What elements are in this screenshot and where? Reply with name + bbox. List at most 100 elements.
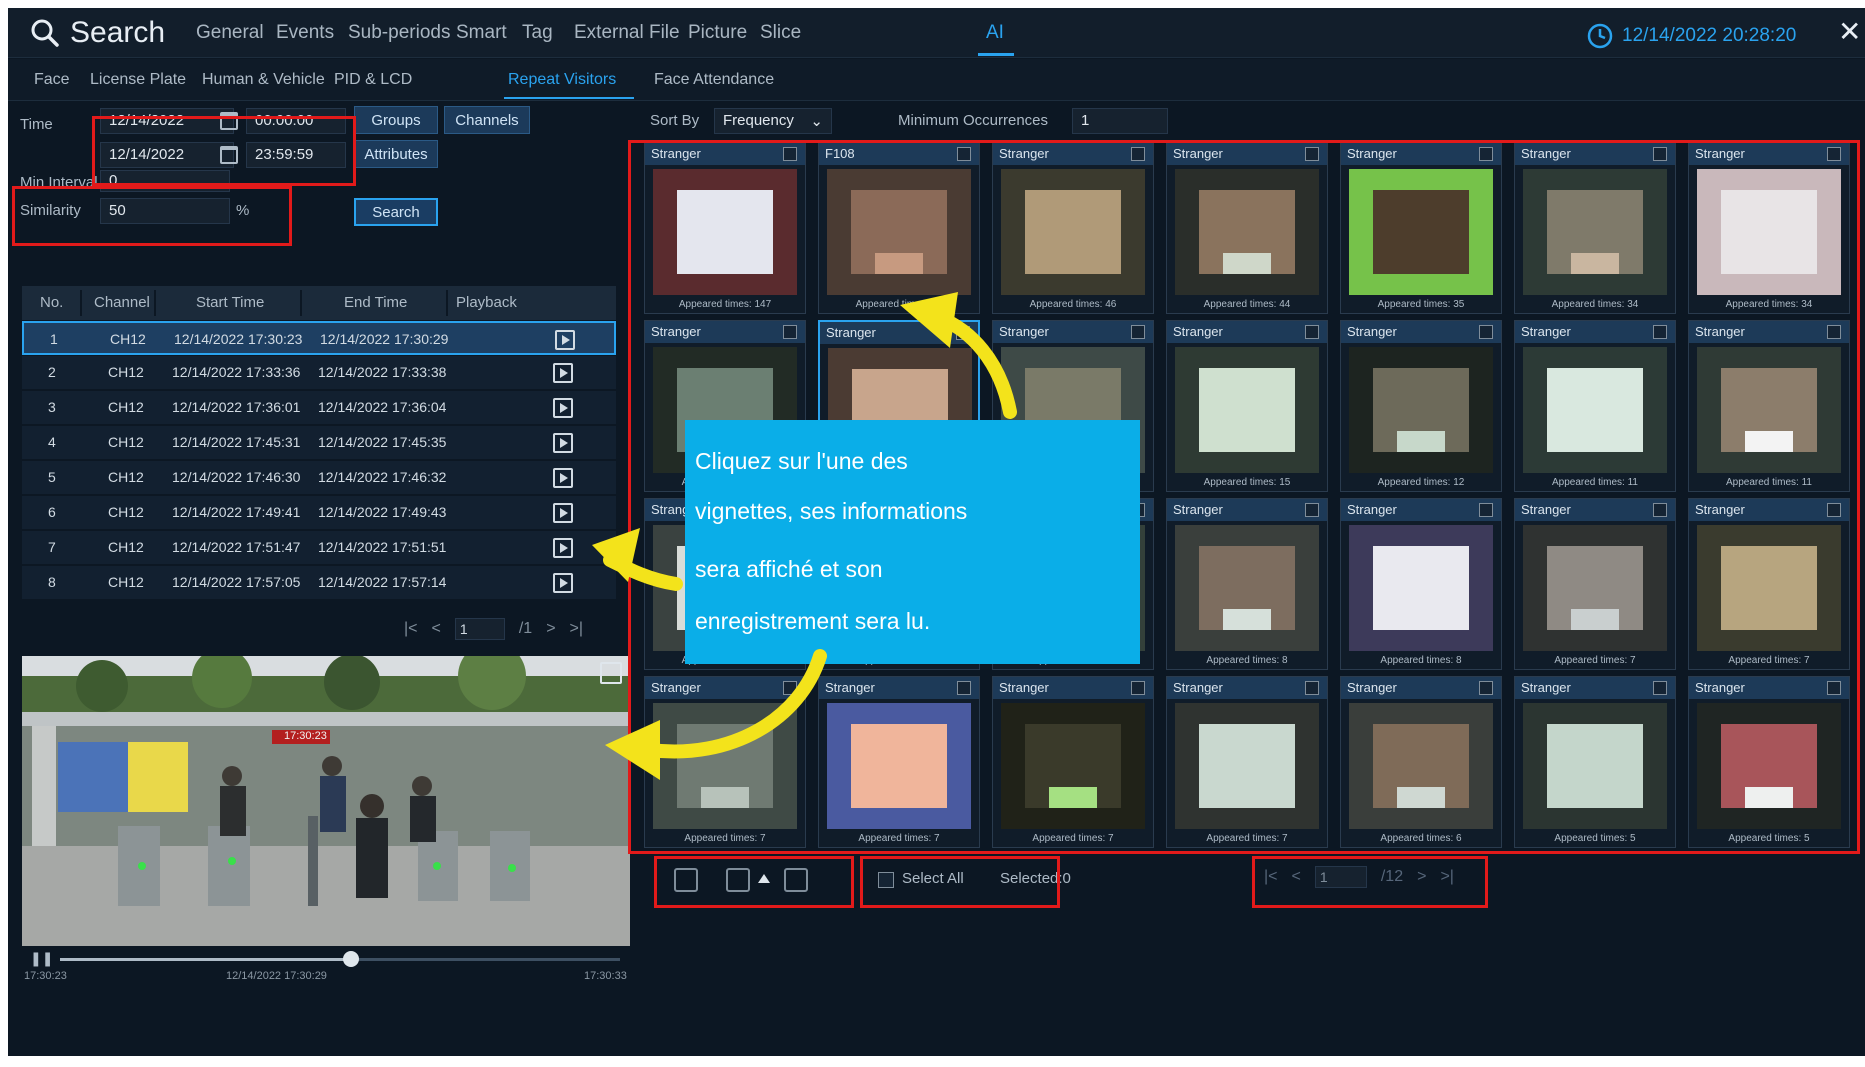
table-row[interactable]: 7 CH12 12/14/2022 17:51:47 12/14/2022 17:51… [22,531,616,565]
table-row[interactable]: 2 CH12 12/14/2022 17:33:36 12/14/2022 17:33… [22,356,616,390]
groups-button[interactable]: Groups [354,106,438,134]
sort-by-label: Sort By [650,112,700,129]
table-row[interactable]: 1 CH12 12/14/2022 17:30:23 12/14/2022 17:30… [22,321,616,355]
table-row[interactable]: 5 CH12 12/14/2022 17:46:30 12/14/2022 17:46… [22,461,616,495]
callout-line-1: Cliquez sur l'une des [695,448,908,474]
timeline-handle[interactable] [343,951,360,967]
sort-by-select[interactable]: Frequency ⌄ [714,108,832,134]
attributes-button[interactable]: Attributes [354,140,438,168]
row-end-time: 12/14/2022 17:46:32 [318,469,447,485]
pause-icon[interactable]: ❚❚ [30,950,53,967]
playback-icon[interactable] [553,538,573,558]
playback-icon[interactable] [555,330,575,350]
subtab-license-plate[interactable]: License Plate [90,71,186,89]
tab-general[interactable]: General [196,22,264,44]
tab-slice[interactable]: Slice [760,22,801,44]
last-page-icon[interactable]: >| [570,620,584,638]
pager-highlight [1252,856,1488,908]
row-end-time: 12/14/2022 17:30:29 [320,331,449,347]
tab-tag[interactable]: Tag [522,22,553,44]
table-row[interactable]: 3 CH12 12/14/2022 17:36:01 12/14/2022 17:36… [22,391,616,425]
row-end-time: 12/14/2022 17:51:51 [318,539,447,555]
subtab-pid-lcd[interactable]: PID & LCD [334,71,412,89]
row-channel: CH12 [108,399,144,415]
tab-sub-periods[interactable]: Sub-periods [348,22,450,44]
time-label: Time [20,116,53,133]
top-bar: Search General Events Sub-periods Smart … [8,8,1865,58]
tab-smart[interactable]: Smart [456,22,507,44]
callout-line-3: sera affiché et son [695,556,883,582]
row-start-time: 12/14/2022 17:49:41 [172,504,301,520]
date-time-highlight [92,116,356,186]
chevron-down-icon: ⌄ [810,113,823,130]
video-timestamp-overlay: 17:30:23 [284,730,327,742]
tab-events[interactable]: Events [276,22,334,44]
table-row[interactable]: 6 CH12 12/14/2022 17:49:41 12/14/2022 17:49… [22,496,616,530]
playback-icon[interactable] [553,573,573,593]
subtab-repeat-visitors[interactable]: Repeat Visitors [508,71,616,89]
row-no: 5 [48,469,56,485]
fullscreen-icon[interactable] [600,662,622,684]
table-row[interactable]: 4 CH12 12/14/2022 17:45:31 12/14/2022 17:45… [22,426,616,460]
row-channel: CH12 [108,574,144,590]
playback-icon[interactable] [553,503,573,523]
playback-icon[interactable] [553,398,573,418]
video-frame-image [22,656,630,946]
playback-timeline[interactable]: ❚❚ 17:30:23 12/14/2022 17:30:29 17:30:33 [22,948,628,988]
callout-line-4: enregistrement sera lu. [695,608,931,634]
first-page-icon[interactable]: |< [404,620,418,638]
close-icon[interactable]: ✕ [1838,18,1861,46]
playback-video[interactable]: 17:30:23 [22,656,630,946]
next-page-icon[interactable]: > [546,620,555,638]
column-divider [300,290,302,316]
active-tab-indicator [978,53,1014,56]
instruction-callout: Cliquez sur l'une des vignettes, ses inf… [685,420,1140,664]
table-pager: |< < 1 /1 > >| [404,618,583,640]
row-end-time: 12/14/2022 17:45:35 [318,434,447,450]
row-channel: CH12 [108,364,144,380]
min-occurrences-field[interactable]: 1 [1072,108,1168,134]
playback-icon[interactable] [553,433,573,453]
row-start-time: 12/14/2022 17:51:47 [172,539,301,555]
results-table-body: 1 CH12 12/14/2022 17:30:23 12/14/2022 17:30… [22,321,616,609]
channels-button[interactable]: Channels [444,106,530,134]
left-panel: Time 12/14/2022 00:00:00 12/14/2022 23:5… [8,102,630,1056]
page-input[interactable]: 1 [454,618,505,640]
timeline-end: 17:30:33 [584,970,627,982]
tab-ai[interactable]: AI [986,22,1004,44]
row-channel: CH12 [108,539,144,555]
row-start-time: 12/14/2022 17:46:30 [172,469,301,485]
playback-icon[interactable] [553,468,573,488]
search-button[interactable]: Search [354,198,438,226]
col-channel: Channel [94,294,150,311]
system-clock: 12/14/2022 20:28:20 [1586,22,1796,50]
action-buttons-highlight [654,856,854,908]
col-playback: Playback [456,294,517,311]
sort-by-value: Frequency [723,112,794,129]
tab-external-file[interactable]: External File [574,22,680,44]
col-start-time: Start Time [196,294,265,311]
col-end-time: End Time [344,294,408,311]
row-no: 2 [48,364,56,380]
row-channel: CH12 [108,469,144,485]
subtab-human-vehicle[interactable]: Human & Vehicle [202,71,325,89]
subtab-face[interactable]: Face [34,71,70,89]
timeline-progress [60,958,352,961]
row-end-time: 12/14/2022 17:33:38 [318,364,447,380]
row-start-time: 12/14/2022 17:36:01 [172,399,301,415]
row-no: 7 [48,539,56,555]
row-end-time: 12/14/2022 17:36:04 [318,399,447,415]
prev-page-icon[interactable]: < [432,620,441,638]
column-divider [80,290,82,316]
row-end-time: 12/14/2022 17:49:43 [318,504,447,520]
playback-icon[interactable] [553,363,573,383]
row-start-time: 12/14/2022 17:57:05 [172,574,301,590]
search-title: Search [30,16,165,50]
column-divider [154,290,156,316]
tab-picture[interactable]: Picture [688,22,747,44]
column-divider [446,290,448,316]
table-row[interactable]: 8 CH12 12/14/2022 17:57:05 12/14/2022 17:57… [22,566,616,600]
row-channel: CH12 [110,331,146,347]
page-title: Search [70,16,166,49]
subtab-face-attendance[interactable]: Face Attendance [654,71,774,89]
